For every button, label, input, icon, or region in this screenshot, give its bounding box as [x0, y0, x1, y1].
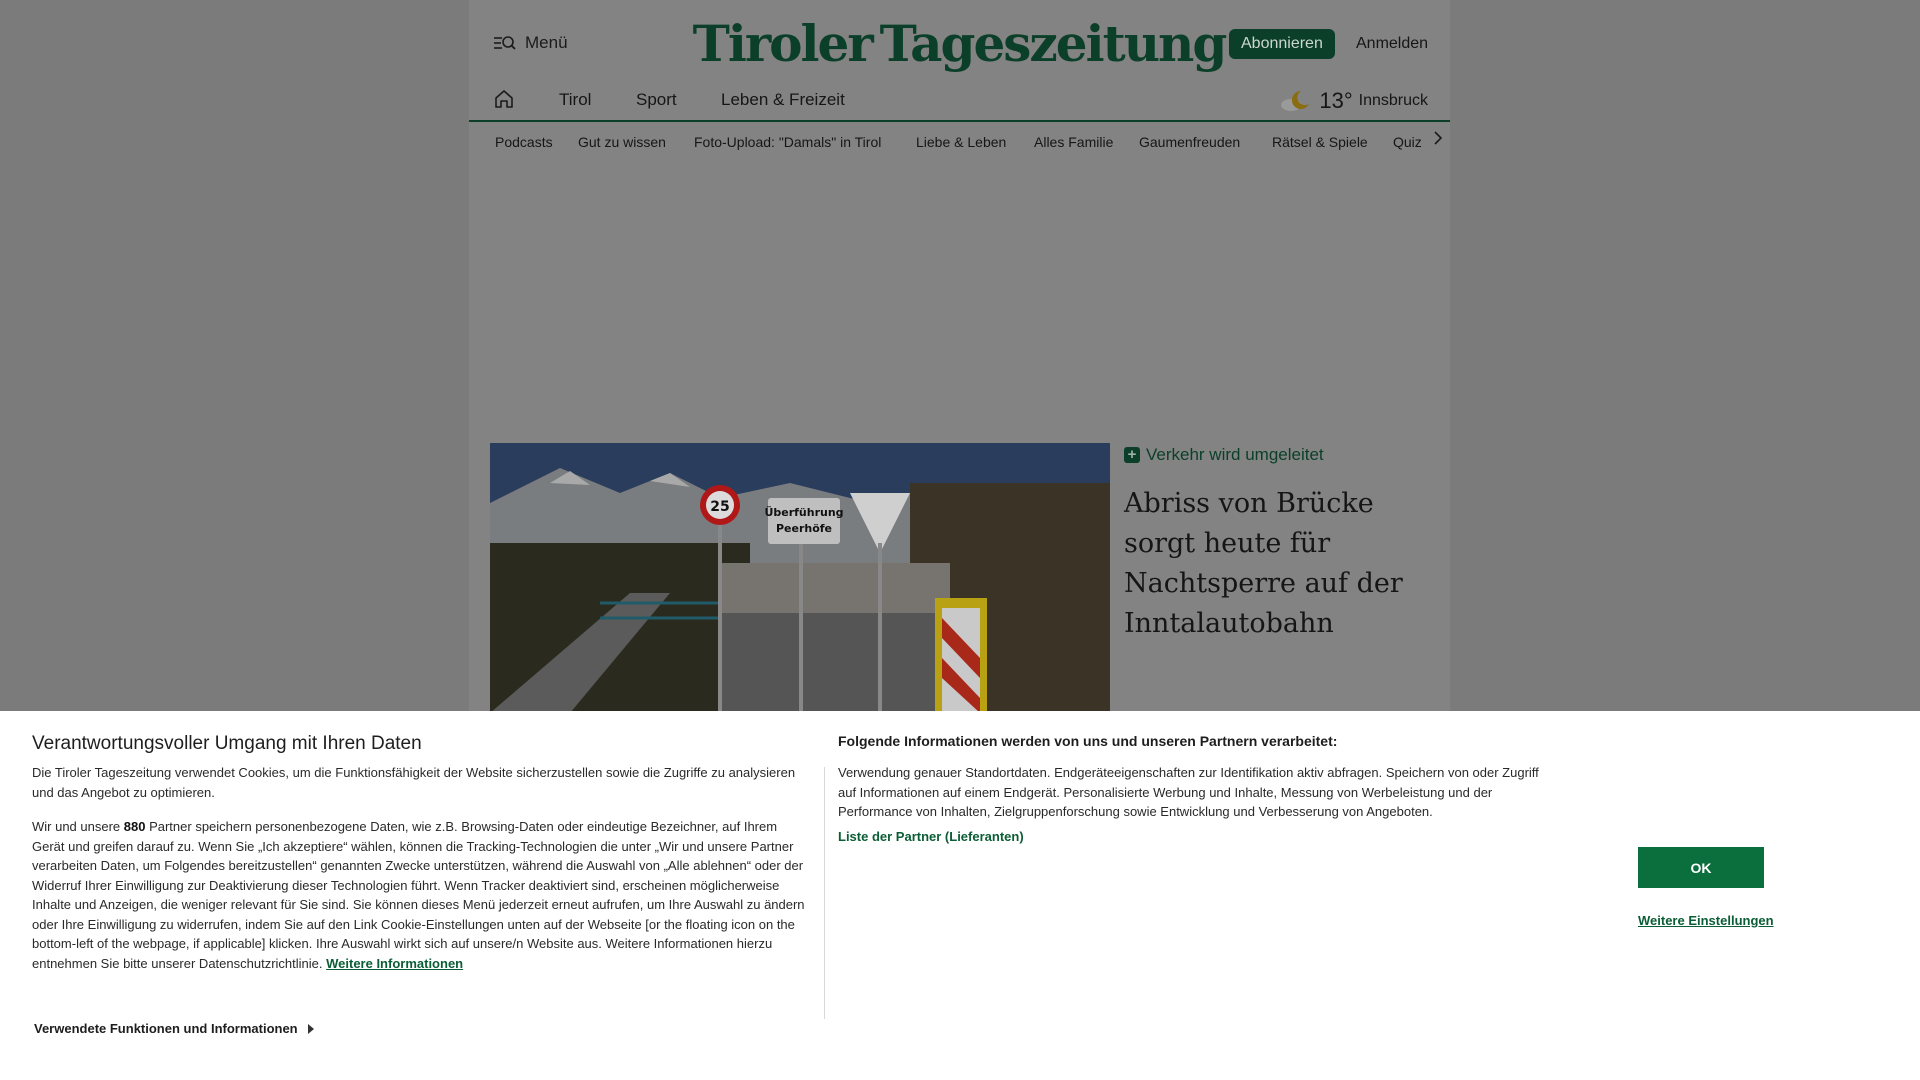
bridge-photo: 25 Überführung Peerhöfe — [490, 443, 1110, 713]
plus-icon: + — [1124, 447, 1140, 463]
caret-right-icon — [307, 1023, 314, 1034]
menu-button[interactable]: Menü — [493, 33, 568, 53]
teaser-kicker-text: Verkehr wird umgeleitet — [1146, 445, 1324, 464]
consent-processing-title: Folgende Informationen werden von uns un… — [838, 733, 1338, 749]
ok-button[interactable]: OK — [1638, 847, 1764, 888]
cookie-consent-banner: Verantwortungsvoller Umgang mit Ihren Da… — [0, 711, 1920, 1080]
login-link[interactable]: Anmelden — [1356, 35, 1428, 53]
consent-divider — [824, 767, 825, 1019]
subnav-item-raetsel-spiele[interactable]: Rätsel & Spiele — [1272, 134, 1368, 150]
road-sign-line-2: Peerhöfe — [776, 522, 832, 535]
more-info-link[interactable]: Weitere Informationen — [326, 956, 463, 971]
main-navigation: Tirol Sport Leben & Freizeit 13° Innsbru… — [469, 82, 1450, 122]
menu-search-icon — [494, 36, 516, 50]
moon-cloud-icon — [1281, 90, 1310, 111]
sub-navigation: Podcasts Gut zu wissen Foto-Upload: "Dam… — [469, 124, 1450, 160]
subnav-item-gaumenfreuden[interactable]: Gaumenfreuden — [1139, 134, 1240, 150]
subnav-item-foto-upload[interactable]: Foto-Upload: "Damals" in Tirol — [694, 134, 881, 150]
consent-title: Verantwortungsvoller Umgang mit Ihren Da… — [32, 733, 422, 754]
teaser-kicker[interactable]: + Verkehr wird umgeleitet — [1124, 445, 1324, 465]
subnav-item-liebe-leben[interactable]: Liebe & Leben — [916, 134, 1006, 150]
site-header: Menü Tiroler Tageszeitung Abonnieren Anm… — [469, 0, 1450, 88]
functions-toggle-label: Verwendete Funktionen und Informationen — [34, 1021, 298, 1036]
nav-item-leben-freizeit[interactable]: Leben & Freizeit — [721, 90, 845, 110]
consent-partners-text: Wir und unsere 880 Partner speichern per… — [32, 817, 812, 973]
subnav-item-podcasts[interactable]: Podcasts — [495, 134, 553, 150]
partners-count: 880 — [123, 819, 146, 834]
consent-partners-body: Partner speichern personenbezogene Daten… — [32, 819, 805, 971]
subscribe-button[interactable]: Abonnieren — [1229, 29, 1335, 59]
more-settings-link[interactable]: Weitere Einstellungen — [1638, 913, 1774, 928]
logo-text-right: Tageszeitung — [879, 13, 1228, 73]
subnav-item-quiz[interactable]: Quiz — [1393, 134, 1422, 150]
weather-temperature: 13° — [1319, 88, 1353, 113]
site-logo[interactable]: Tiroler Tageszeitung — [693, 12, 1228, 74]
subnav-item-gut-zu-wissen[interactable]: Gut zu wissen — [578, 134, 666, 150]
chevron-right-icon[interactable] — [1433, 131, 1443, 145]
teaser-image[interactable]: 25 Überführung Peerhöfe — [490, 443, 1110, 713]
road-sign-line-1: Überführung — [764, 505, 843, 519]
logo-text-left: Tiroler — [692, 13, 874, 73]
partner-list-link[interactable]: Liste der Partner (Lieferanten) — [838, 829, 1024, 844]
menu-label: Menü — [525, 33, 568, 52]
consent-partners-prefix: Wir und unsere — [32, 819, 124, 834]
weather-widget[interactable]: 13° Innsbruck — [1279, 88, 1428, 114]
consent-intro: Die Tiroler Tageszeitung verwendet Cooki… — [32, 765, 796, 800]
weather-city: Innsbruck — [1358, 92, 1428, 109]
speed-sign-text: 25 — [710, 499, 729, 515]
subnav-item-alles-familie[interactable]: Alles Familie — [1034, 134, 1113, 150]
teaser-headline[interactable]: Abriss von Brücke sorgt heute für Nachts… — [1124, 484, 1424, 644]
home-icon[interactable] — [493, 88, 515, 110]
consent-processing-text: Verwendung genauer Standortdaten. Endger… — [838, 765, 1539, 819]
nav-item-tirol[interactable]: Tirol — [559, 90, 591, 110]
functions-toggle[interactable]: Verwendete Funktionen und Informationen — [34, 1021, 314, 1036]
nav-item-sport[interactable]: Sport — [636, 90, 677, 110]
